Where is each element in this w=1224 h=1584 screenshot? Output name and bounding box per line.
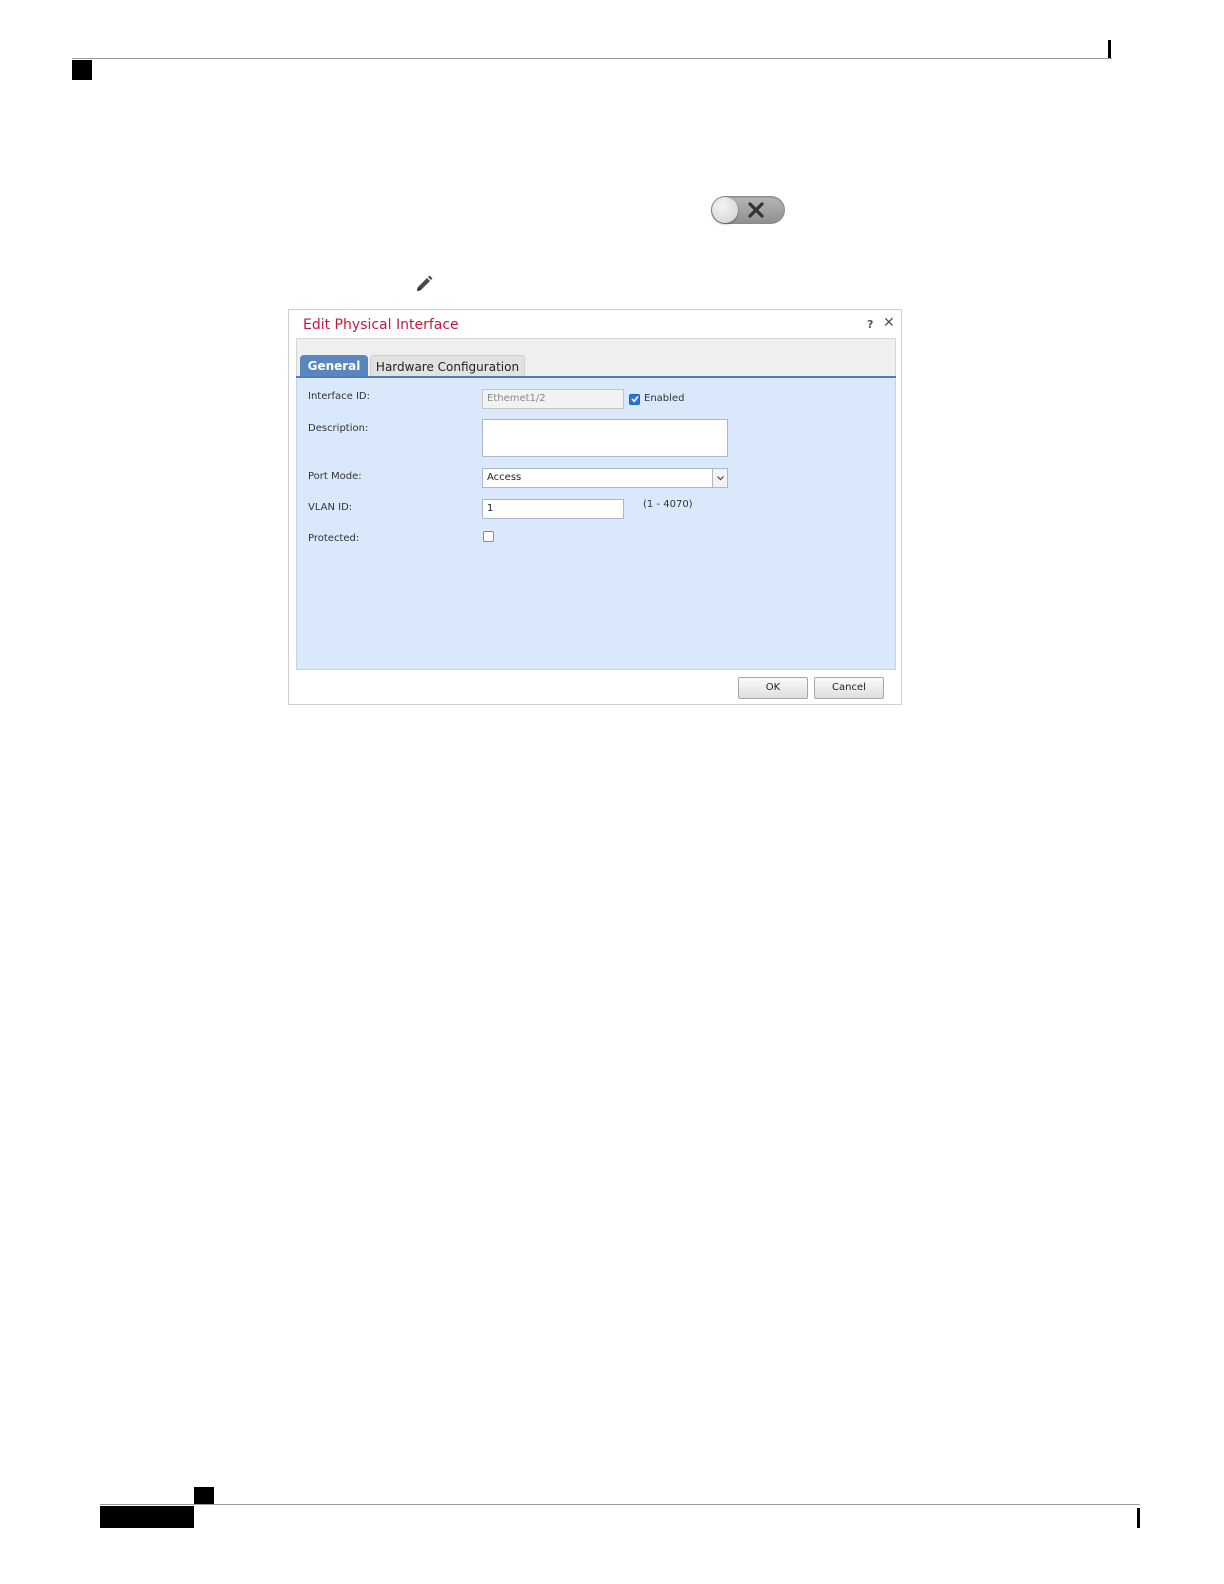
help-icon[interactable]: ? [867,318,873,331]
enabled-checkbox[interactable] [629,394,640,405]
footer-tick [1137,1508,1140,1528]
protected-checkbox[interactable] [483,531,494,542]
protected-label: Protected: [308,533,360,544]
header-marker [72,60,92,80]
interface-toggle-switch[interactable] [711,196,785,224]
description-field[interactable] [482,419,728,457]
general-panel: Interface ID: Ethemet1/2 Enabled Descrip… [296,378,896,670]
header-tick [1108,40,1111,58]
enabled-label: Enabled [644,393,685,404]
footer-marker [194,1487,214,1504]
tab-general[interactable]: General [300,355,368,377]
tab-hardware-configuration[interactable]: Hardware Configuration [370,355,525,377]
interface-id-label: Interface ID: [308,391,370,402]
port-mode-label: Port Mode: [308,471,362,482]
vlan-id-range-hint: (1 - 4070) [643,499,693,510]
ok-button[interactable]: OK [738,677,808,699]
close-x-icon [748,202,764,218]
port-mode-select[interactable]: Access [482,468,728,488]
checkmark-icon [631,396,639,403]
cancel-button[interactable]: Cancel [814,677,884,699]
port-mode-value: Access [487,472,522,483]
dialog-title: Edit Physical Interface [303,317,459,333]
close-icon[interactable]: ✕ [883,315,895,331]
toggle-knob [712,197,738,223]
vlan-id-field[interactable]: 1 [482,499,624,519]
footer-bar [100,1506,194,1528]
header-rule [72,58,1112,59]
description-label: Description: [308,423,369,434]
footer-rule [100,1504,1140,1505]
pencil-icon[interactable] [414,274,434,294]
vlan-id-label: VLAN ID: [308,502,353,513]
chevron-down-icon[interactable] [712,469,727,487]
tab-strip: General Hardware Configuration [296,338,896,378]
edit-physical-interface-dialog: Edit Physical Interface ? ✕ General Hard… [288,309,902,705]
interface-id-field: Ethemet1/2 [482,389,624,409]
